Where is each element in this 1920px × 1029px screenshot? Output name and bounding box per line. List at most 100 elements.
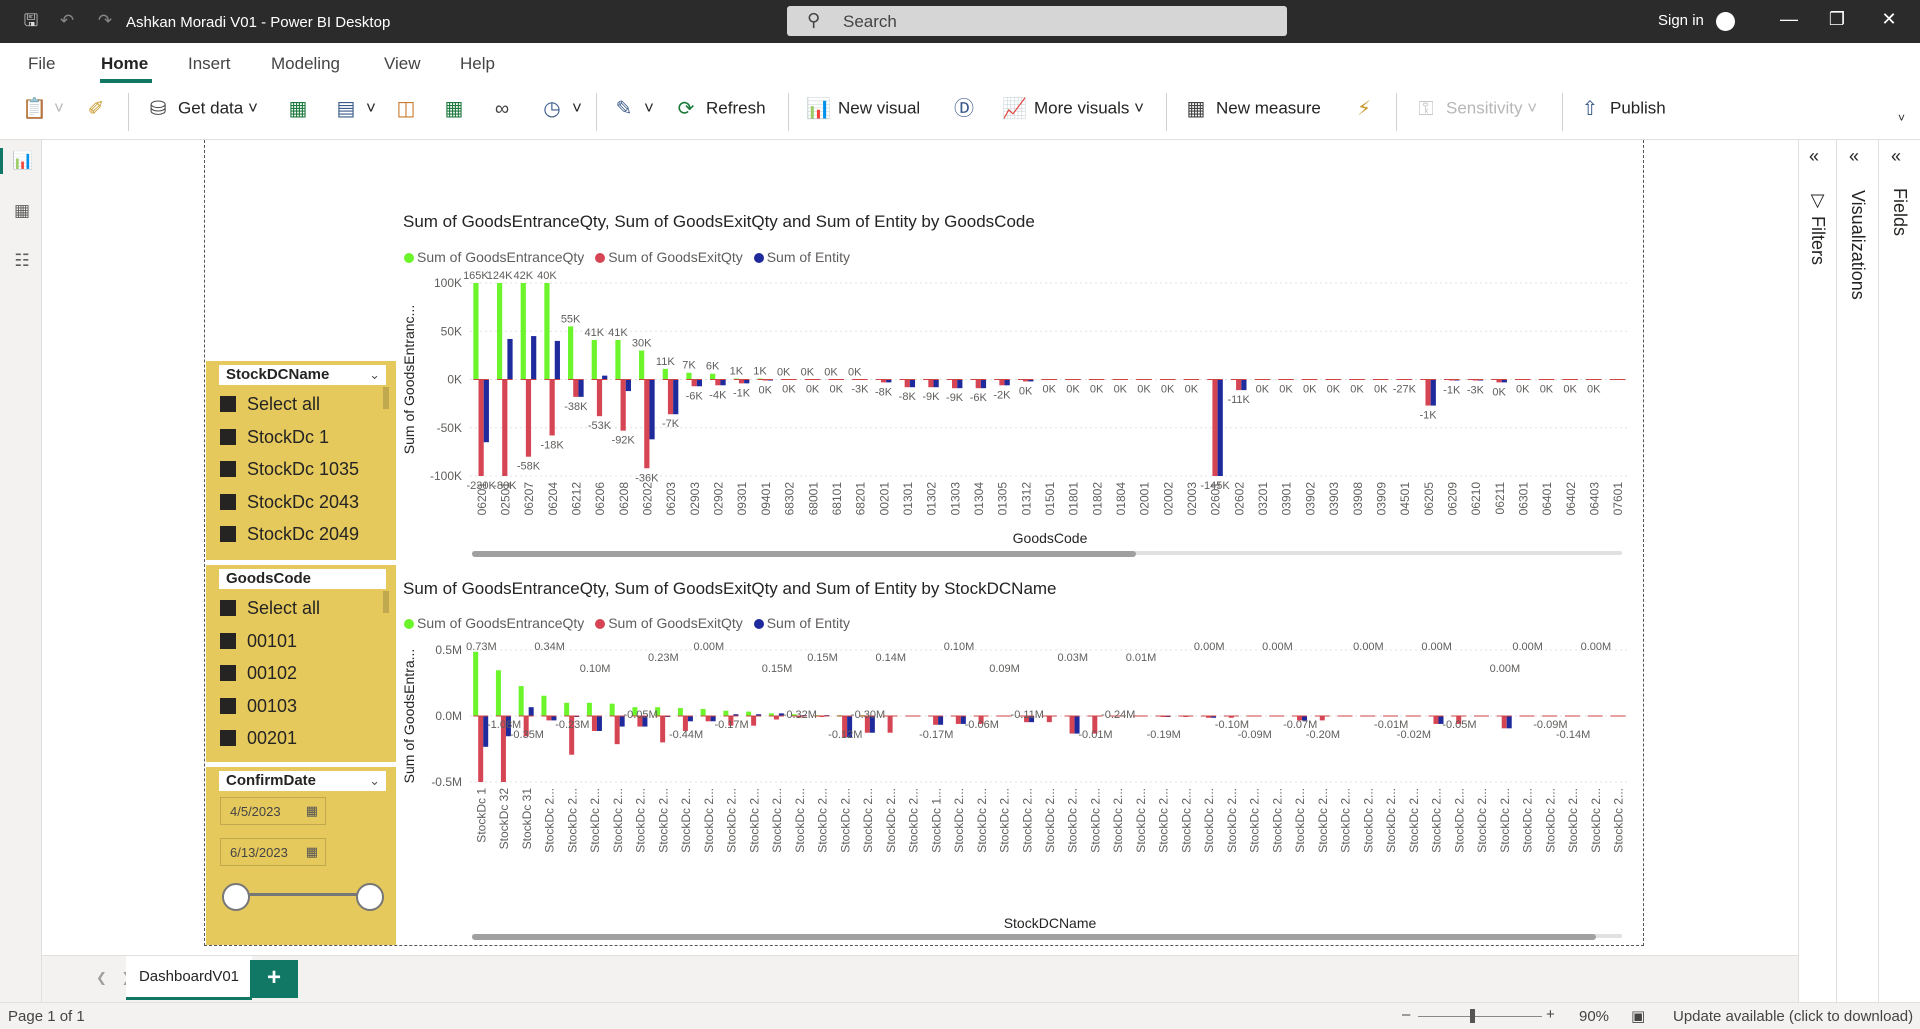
update-available-link[interactable]: Update available (click to download) [1673, 1008, 1913, 1025]
stockdcname-bar-chart[interactable]: Sum of GoodsEntra... 0.5M 0.0M -0.5M StockDc… [400, 636, 1640, 942]
end-date-input[interactable]: 6/13/2023 ▦ [220, 838, 326, 866]
recent-sources-button[interactable]: ◷ ˅ [540, 97, 582, 127]
collapse-ribbon-icon[interactable]: ˅ [1898, 111, 1905, 141]
start-date-input[interactable]: 4/5/2023 ▦ [220, 797, 326, 825]
slicer-header[interactable]: StockDCName ⌄ [219, 365, 386, 385]
slicer-item[interactable]: 00101 [220, 631, 297, 652]
avatar[interactable] [1716, 12, 1735, 31]
bar-entity [673, 379, 679, 415]
slicer-item[interactable]: StockDc 2049 [220, 524, 359, 545]
slicer-item[interactable]: Select all [220, 394, 320, 415]
calendar-icon[interactable]: ▦ [306, 803, 318, 819]
data-label: -0.02M [1397, 729, 1431, 741]
dataverse-button[interactable]: ∞ [490, 97, 522, 127]
slicer-item[interactable]: Select all [220, 598, 320, 619]
menu-file[interactable]: File [28, 54, 55, 74]
format-painter-button[interactable]: ✐ [84, 97, 116, 127]
slicer-goodscode[interactable]: GoodsCode Select all 00101 00102 00103 0… [206, 565, 396, 762]
get-data-button[interactable]: ⛁ Get data ˅ [146, 97, 258, 127]
slicer-header[interactable]: ConfirmDate ⌄ [219, 771, 386, 791]
slicer-scrollbar[interactable] [383, 591, 389, 613]
expand-visualizations-icon[interactable]: « [1849, 146, 1859, 167]
bar-entrance [518, 686, 524, 716]
chevron-left-icon[interactable]: ❮ [96, 970, 107, 985]
page-tab-dashboard[interactable]: DashboardV01 [126, 956, 252, 1000]
filters-pane[interactable]: « ▽ Filters [1799, 140, 1837, 1002]
expand-fields-icon[interactable]: « [1891, 146, 1901, 167]
legend-entry[interactable]: Sum of GoodsExitQty [608, 615, 743, 631]
search-icon: ⚲ [807, 10, 821, 30]
fit-to-page-icon[interactable]: ▣ [1631, 1007, 1645, 1025]
legend-entry[interactable]: Sum of Entity [767, 249, 850, 265]
fields-pane[interactable]: « Fields [1879, 140, 1920, 1002]
chart-title: Sum of GoodsEntranceQty, Sum of GoodsExi… [403, 579, 1057, 598]
chevron-down-icon[interactable]: ⌄ [369, 365, 380, 385]
data-label: 7K [682, 360, 696, 372]
slicer-stockdcname[interactable]: StockDCName ⌄ Select all StockDc 1 StockD… [206, 361, 396, 560]
calendar-icon[interactable]: ▦ [306, 844, 318, 860]
paste-button[interactable]: 📋 ˅ [22, 97, 64, 127]
restore-icon[interactable]: ❐ [1825, 9, 1849, 30]
bar-exit [667, 379, 674, 415]
menu-insert[interactable]: Insert [188, 54, 231, 74]
quick-measure-button[interactable]: ⚡ [1352, 97, 1384, 127]
slicer-confirmdate[interactable]: ConfirmDate ⌄ 4/5/2023 ▦ 6/13/2023 ▦ [206, 767, 396, 945]
slicer-item[interactable]: 00102 [220, 663, 297, 684]
zoom-in-button[interactable]: + [1546, 1006, 1555, 1023]
new-measure-button[interactable]: ▦ New measure [1184, 97, 1321, 127]
new-measure-label: New measure [1216, 98, 1321, 118]
menu-view[interactable]: View [384, 54, 421, 74]
slicer-item[interactable]: StockDc 1 [220, 427, 329, 448]
menu-home[interactable]: Home [101, 54, 148, 74]
refresh-button[interactable]: ⟳ Refresh [674, 97, 766, 127]
chevron-down-icon[interactable]: ⌄ [369, 771, 380, 791]
slicer-header[interactable]: GoodsCode [219, 569, 386, 589]
zoom-slider[interactable] [1418, 1016, 1542, 1017]
transform-data-button[interactable]: ✎ ˅ [612, 97, 654, 127]
legend-entry[interactable]: Sum of GoodsEntranceQty [417, 615, 584, 631]
zoom-out-button[interactable]: – [1402, 1006, 1410, 1023]
save-icon[interactable]: 🖫 [20, 10, 42, 32]
undo-icon[interactable]: ↶ [56, 10, 78, 32]
expand-filters-icon[interactable]: « [1809, 146, 1819, 167]
excel-button[interactable]: ▦ [286, 97, 318, 127]
visualizations-pane[interactable]: « Visualizations [1837, 140, 1879, 1002]
sql-server-button[interactable]: ◫ [394, 97, 426, 127]
bar-entrance [746, 711, 752, 716]
data-hub-button[interactable]: ▤ ˅ [334, 97, 376, 127]
minimize-icon[interactable]: — [1777, 9, 1801, 30]
slicer-item[interactable]: StockDc 2043 [220, 492, 359, 513]
report-view-icon[interactable]: 📊 [12, 151, 33, 171]
add-page-button[interactable]: + [250, 960, 298, 998]
slicer-item[interactable]: 00201 [220, 728, 297, 749]
new-visual-button[interactable]: 📊 New visual [806, 97, 920, 127]
sign-in-link[interactable]: Sign in [1658, 12, 1704, 29]
x-tick-label: 06403 [1587, 482, 1601, 516]
data-view-icon[interactable]: ▦ [12, 201, 32, 221]
more-visuals-button[interactable]: 📈 More visuals ˅ [1002, 97, 1144, 127]
text-box-button[interactable]: Ⓓ [952, 97, 984, 127]
enter-data-button[interactable]: ▦ [442, 97, 474, 127]
date-range-end-handle[interactable] [356, 883, 384, 911]
slicer-scrollbar[interactable] [383, 387, 389, 409]
zoom-slider-handle[interactable] [1470, 1009, 1475, 1023]
menu-help[interactable]: Help [460, 54, 495, 74]
slicer-item[interactable]: StockDc 1035 [220, 459, 359, 480]
publish-button[interactable]: ⇧ Publish [1578, 97, 1666, 127]
slicer-item[interactable]: 00103 [220, 696, 297, 717]
menu-modeling[interactable]: Modeling [271, 54, 340, 74]
date-range-start-handle[interactable] [222, 883, 250, 911]
bar-exit [1212, 379, 1218, 476]
legend-entry[interactable]: Sum of GoodsExitQty [608, 249, 743, 265]
model-view-icon[interactable]: ☷ [12, 251, 32, 271]
redo-icon[interactable]: ↷ [94, 10, 116, 32]
legend-entry[interactable]: Sum of GoodsEntranceQty [417, 249, 584, 265]
sql-server-icon: ◫ [396, 98, 416, 120]
goodscode-bar-chart[interactable]: Sum of GoodsEntranc... 100K 50K 0K -50K -100K… [400, 268, 1640, 560]
checkbox-icon [220, 600, 236, 616]
close-icon[interactable]: ✕ [1877, 9, 1901, 30]
search-input[interactable]: ⚲ Search [787, 6, 1287, 36]
date-range-slider-track[interactable] [238, 893, 373, 896]
sensitivity-button[interactable]: ⚿ Sensitivity ˅ [1414, 97, 1537, 127]
legend-entry[interactable]: Sum of Entity [767, 615, 850, 631]
